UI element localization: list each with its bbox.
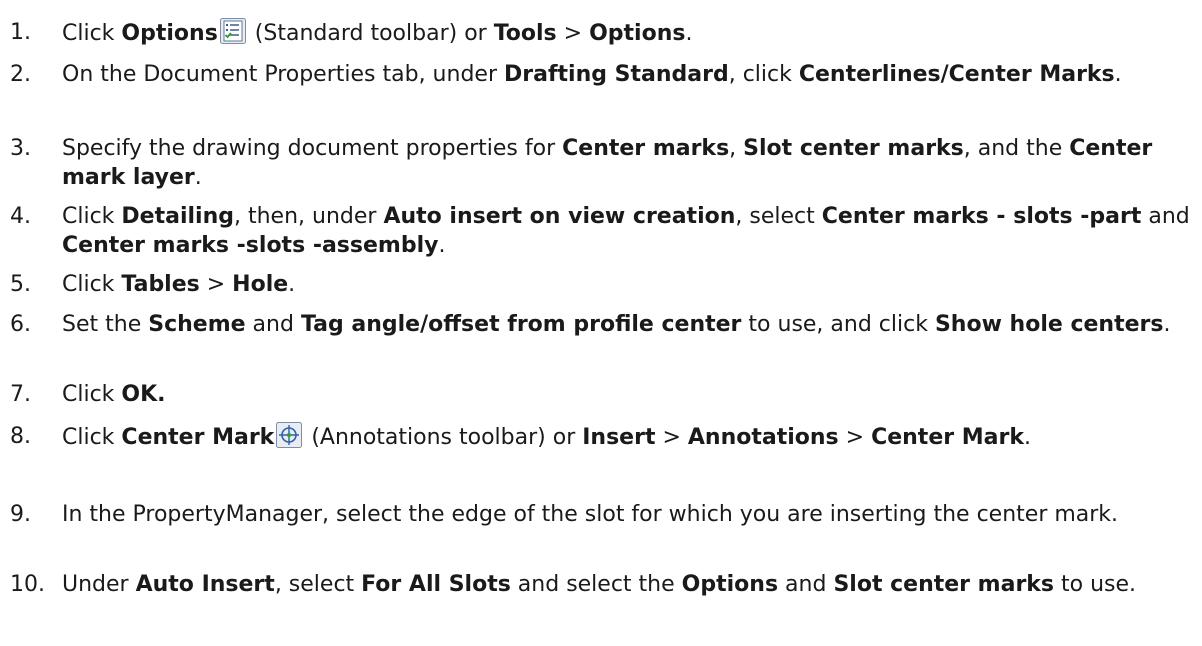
text-run: , click bbox=[728, 62, 799, 87]
ui-term: Slot center marks bbox=[833, 572, 1055, 597]
ui-term: Center marks -slots -assembly bbox=[62, 233, 439, 258]
text-run: , and the bbox=[963, 136, 1070, 161]
ui-term: Options bbox=[121, 21, 218, 46]
text-run: and bbox=[778, 572, 834, 597]
step-text: Click Center Mark (Annotations toolbar) … bbox=[62, 422, 1194, 452]
text-run: Set the bbox=[62, 312, 149, 337]
text-run: , bbox=[729, 136, 744, 161]
ui-term: Tools bbox=[493, 21, 557, 46]
text-run: > bbox=[199, 272, 233, 297]
step-number: 5. bbox=[10, 272, 31, 297]
text-run: . bbox=[1163, 312, 1171, 337]
text-run: Click bbox=[62, 425, 122, 450]
step-text: Click Detailing, then, under Auto insert… bbox=[62, 202, 1194, 260]
ui-term: Auto insert on view creation bbox=[383, 204, 736, 229]
ui-term: Options bbox=[589, 21, 686, 46]
ui-term: OK. bbox=[121, 382, 166, 407]
center-mark-icon bbox=[276, 422, 303, 448]
text-run: , then, under bbox=[234, 204, 384, 229]
ui-term: Center Mark bbox=[121, 425, 275, 450]
text-run: In the PropertyManager, select the edge … bbox=[62, 502, 1119, 527]
ui-term: For All Slots bbox=[361, 572, 511, 597]
text-run: Specify the drawing document properties … bbox=[62, 136, 563, 161]
ui-term: Annotations bbox=[687, 425, 839, 450]
step-text: Specify the drawing document properties … bbox=[62, 134, 1194, 192]
text-run: . bbox=[685, 21, 693, 46]
step-text: Click OK. bbox=[62, 380, 1194, 409]
text-run: Under bbox=[62, 572, 136, 597]
ui-term: Center marks - slots -part bbox=[821, 204, 1142, 229]
text-run: and bbox=[1141, 204, 1197, 229]
text-run: , select bbox=[274, 572, 362, 597]
ui-term: Center marks bbox=[562, 136, 730, 161]
ui-term: Hole bbox=[232, 272, 289, 297]
step-number: 3. bbox=[10, 136, 31, 161]
step-text: Set the Scheme and Tag angle/offset from… bbox=[62, 310, 1194, 339]
ui-term: Slot center marks bbox=[743, 136, 964, 161]
text-run: . bbox=[1114, 62, 1122, 87]
step-text: Click Tables > Hole. bbox=[62, 270, 1194, 299]
step-number: 1. bbox=[10, 20, 31, 45]
step-text: Click Options (Standard toolbar) or Tool… bbox=[62, 18, 1194, 48]
step-number: 7. bbox=[10, 382, 31, 407]
step-text: In the PropertyManager, select the edge … bbox=[62, 500, 1194, 529]
step-text: Under Auto Insert, select For All Slots … bbox=[62, 570, 1194, 599]
text-run: . bbox=[438, 233, 446, 258]
text-run: > bbox=[655, 425, 688, 450]
text-run: > bbox=[838, 425, 872, 450]
text-run: Click bbox=[62, 21, 122, 46]
ui-term: Tag angle/offset from profile center bbox=[300, 312, 742, 337]
ui-term: Options bbox=[681, 572, 779, 597]
text-run: > bbox=[556, 21, 590, 46]
step-text: On the Document Properties tab, under Dr… bbox=[62, 60, 1194, 89]
text-run: to use, and click bbox=[741, 312, 935, 337]
text-run: (Standard toolbar) or bbox=[247, 21, 494, 46]
step-number: 10. bbox=[10, 572, 45, 597]
ui-term: Detailing bbox=[121, 204, 234, 229]
text-run: . bbox=[1023, 425, 1031, 450]
text-run: Click bbox=[62, 382, 122, 407]
ui-term: Centerlines/Center Marks bbox=[798, 62, 1115, 87]
text-run: (Annotations toolbar) or bbox=[304, 425, 583, 450]
text-run: and bbox=[245, 312, 301, 337]
text-run: On the Document Properties tab, under bbox=[62, 62, 504, 87]
text-run: Click bbox=[62, 272, 122, 297]
ui-term: Auto Insert bbox=[135, 572, 275, 597]
text-run: to use. bbox=[1054, 572, 1137, 597]
ui-term: Insert bbox=[582, 425, 656, 450]
options-icon bbox=[219, 18, 246, 44]
text-run: Click bbox=[62, 204, 122, 229]
ui-term: Scheme bbox=[148, 312, 246, 337]
ui-term: Tables bbox=[121, 272, 200, 297]
step-number: 9. bbox=[10, 502, 31, 527]
text-run: . bbox=[288, 272, 296, 297]
step-number: 8. bbox=[10, 424, 31, 449]
step-number: 6. bbox=[10, 312, 31, 337]
step-number: 4. bbox=[10, 204, 31, 229]
ui-term: Drafting Standard bbox=[503, 62, 729, 87]
ui-term: Show hole centers bbox=[934, 312, 1164, 337]
text-run: , select bbox=[735, 204, 822, 229]
text-run: . bbox=[194, 165, 202, 190]
ui-term: Center Mark bbox=[871, 425, 1024, 450]
text-run: and select the bbox=[510, 572, 682, 597]
step-number: 2. bbox=[10, 62, 31, 87]
